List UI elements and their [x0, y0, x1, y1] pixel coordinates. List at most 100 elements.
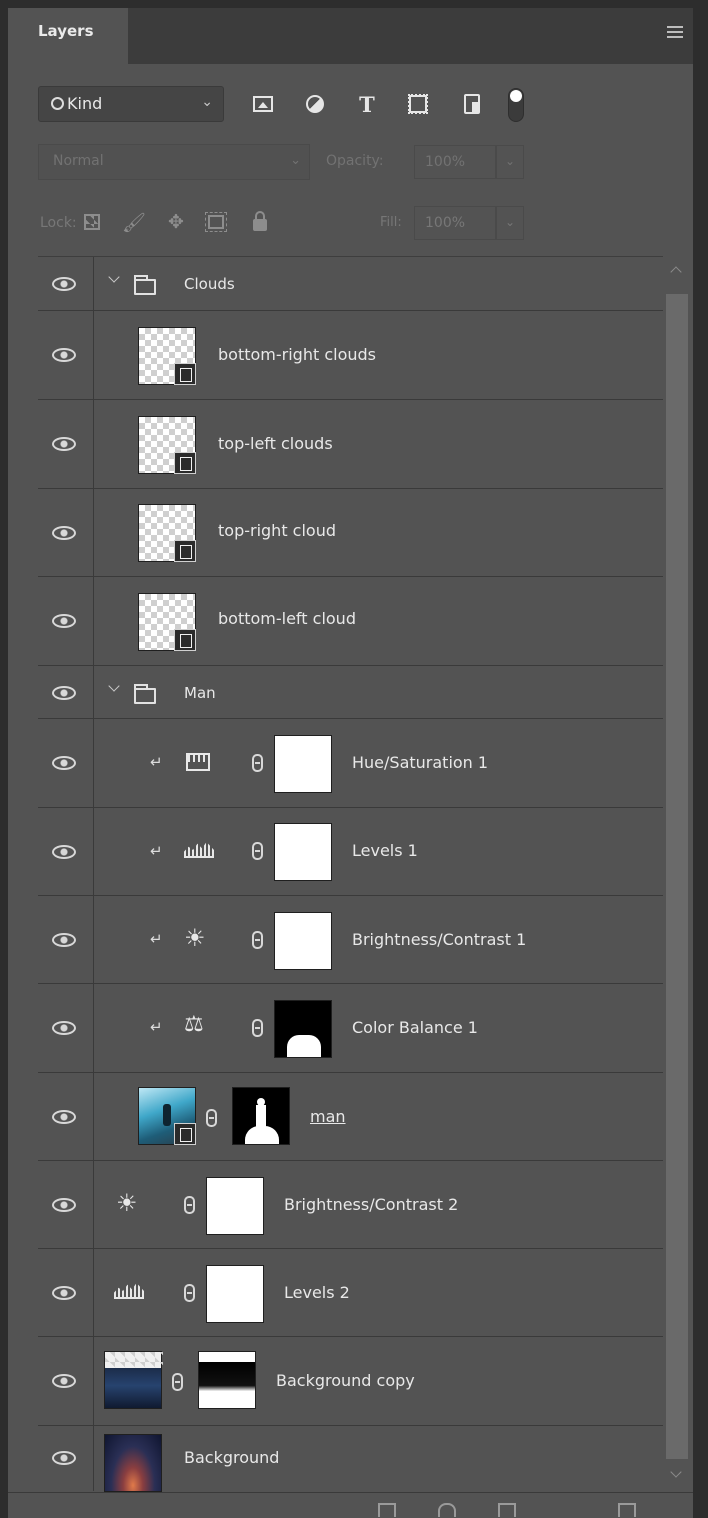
adjustment-layer-filter-icon[interactable] — [303, 92, 327, 116]
visibility-cell — [38, 666, 94, 718]
new-layer-icon[interactable] — [498, 1503, 516, 1517]
eye-icon[interactable] — [52, 614, 76, 628]
layer-row[interactable]: ↵ Hue/Saturation 1 — [38, 719, 663, 808]
fill-input[interactable]: 100% — [414, 206, 496, 240]
layer-mask-thumbnail[interactable] — [274, 735, 332, 793]
visibility-cell — [38, 808, 94, 895]
visibility-cell — [38, 984, 94, 1072]
shape-layer-filter-icon[interactable] — [406, 92, 430, 116]
eye-icon[interactable] — [52, 1374, 76, 1388]
tab-layers[interactable]: Layers — [8, 8, 128, 64]
layer-thumbnail — [138, 327, 196, 385]
layer-row[interactable]: ☀ Brightness/Contrast 2 — [38, 1161, 663, 1249]
chevron-down-icon[interactable] — [108, 271, 120, 283]
layer-row[interactable]: Levels 2 — [38, 1249, 663, 1337]
link-icon[interactable] — [184, 1284, 195, 1302]
visibility-cell — [38, 400, 94, 488]
link-icon[interactable] — [252, 754, 263, 772]
layer-row-man-group[interactable]: Man — [38, 666, 663, 719]
layer-mask-thumbnail[interactable] — [232, 1087, 290, 1145]
eye-icon[interactable] — [52, 1198, 76, 1212]
hue-saturation-icon — [186, 753, 210, 771]
chevron-down-icon[interactable] — [108, 680, 120, 692]
layer-name: Hue/Saturation 1 — [352, 753, 489, 772]
layer-name: bottom-right clouds — [218, 345, 376, 364]
layer-name: Brightness/Contrast 2 — [284, 1195, 459, 1214]
layer-row[interactable]: top-left clouds — [38, 400, 663, 489]
visibility-cell — [38, 489, 94, 576]
eye-icon[interactable] — [52, 845, 76, 859]
levels-icon — [114, 1283, 144, 1299]
link-icon[interactable] — [172, 1373, 183, 1391]
layer-name: top-left clouds — [218, 434, 333, 453]
lock-label: Lock: — [40, 215, 77, 231]
layer-mask-thumbnail[interactable] — [206, 1177, 264, 1235]
layer-name: bottom-left cloud — [218, 609, 356, 628]
layer-row[interactable]: ↵ ⚖ Color Balance 1 — [38, 984, 663, 1073]
eye-icon[interactable] — [52, 277, 76, 291]
layer-name: man — [310, 1107, 346, 1126]
lock-image-pixels-icon[interactable]: 🖌 — [122, 210, 146, 234]
layer-row[interactable]: ↵ Levels 1 — [38, 808, 663, 896]
layer-mask-thumbnail[interactable] — [198, 1351, 256, 1409]
eye-icon[interactable] — [52, 1451, 76, 1465]
opacity-dropdown-button[interactable]: ⌄ — [496, 145, 524, 179]
layer-row[interactable]: ↵ ☀ Brightness/Contrast 1 — [38, 896, 663, 984]
panel-tab-bar: Layers — [8, 8, 693, 64]
link-icon[interactable] — [252, 931, 263, 949]
pixel-layer-filter-icon[interactable] — [251, 92, 275, 116]
layer-thumbnail — [104, 1351, 163, 1409]
eye-icon[interactable] — [52, 1286, 76, 1300]
blend-mode-value: Normal — [53, 153, 104, 169]
eye-icon[interactable] — [52, 1021, 76, 1035]
link-icon[interactable] — [252, 1019, 263, 1037]
delete-layer-icon[interactable] — [618, 1503, 636, 1517]
link-icon[interactable] — [206, 1109, 217, 1127]
new-group-icon[interactable] — [378, 1503, 396, 1517]
scroll-thumb[interactable] — [666, 294, 688, 1459]
layer-mask-thumbnail[interactable] — [206, 1265, 264, 1323]
eye-icon[interactable] — [52, 526, 76, 540]
scroll-down-icon[interactable] — [670, 1466, 682, 1478]
fill-dropdown-button[interactable]: ⌄ — [496, 206, 524, 240]
eye-icon[interactable] — [52, 756, 76, 770]
layer-mask-thumbnail[interactable] — [274, 912, 332, 970]
filter-kind-select[interactable]: Kind ⌄ — [38, 86, 224, 122]
blend-mode-select[interactable]: Normal ⌄ — [38, 144, 310, 180]
layer-mask-thumbnail[interactable] — [274, 823, 332, 881]
layer-row[interactable]: bottom-left cloud — [38, 577, 663, 666]
filter-toggle-switch[interactable] — [508, 88, 524, 122]
eye-icon[interactable] — [52, 1110, 76, 1124]
layer-row[interactable]: bottom-right clouds — [38, 311, 663, 400]
eye-icon[interactable] — [52, 348, 76, 362]
lock-artboard-icon[interactable] — [204, 210, 228, 234]
layer-filter-bar: Kind ⌄ T — [8, 64, 693, 134]
smart-object-filter-icon[interactable] — [460, 92, 484, 116]
visibility-cell — [38, 1426, 94, 1491]
smart-object-icon — [174, 452, 196, 474]
visibility-cell — [38, 1073, 94, 1160]
opacity-input[interactable]: 100% — [414, 145, 496, 179]
hamburger-icon[interactable] — [667, 26, 683, 40]
layer-mask-thumbnail[interactable] — [274, 1000, 332, 1058]
lock-position-icon[interactable]: ✥ — [164, 210, 188, 234]
type-layer-filter-icon[interactable]: T — [355, 92, 379, 117]
link-icon[interactable] — [184, 1196, 195, 1214]
link-icon[interactable] — [252, 842, 263, 860]
layer-list-scrollbar[interactable] — [663, 256, 693, 1490]
lock-transparency-icon[interactable] — [80, 210, 104, 234]
lock-all-icon[interactable] — [248, 210, 272, 234]
layer-row[interactable]: top-right cloud — [38, 489, 663, 577]
layer-row[interactable]: Background — [38, 1426, 663, 1492]
scroll-up-icon[interactable] — [670, 266, 682, 278]
eye-icon[interactable] — [52, 933, 76, 947]
adjustment-layer-icon[interactable] — [438, 1503, 456, 1517]
layer-list: Clouds bottom-right clouds top-left clou… — [38, 256, 663, 1492]
visibility-cell — [38, 896, 94, 983]
layer-row[interactable]: Background copy — [38, 1337, 663, 1426]
levels-icon — [184, 842, 214, 858]
layer-row[interactable]: man — [38, 1073, 663, 1161]
eye-icon[interactable] — [52, 686, 76, 700]
eye-icon[interactable] — [52, 437, 76, 451]
layer-row-clouds-group[interactable]: Clouds — [38, 257, 663, 311]
